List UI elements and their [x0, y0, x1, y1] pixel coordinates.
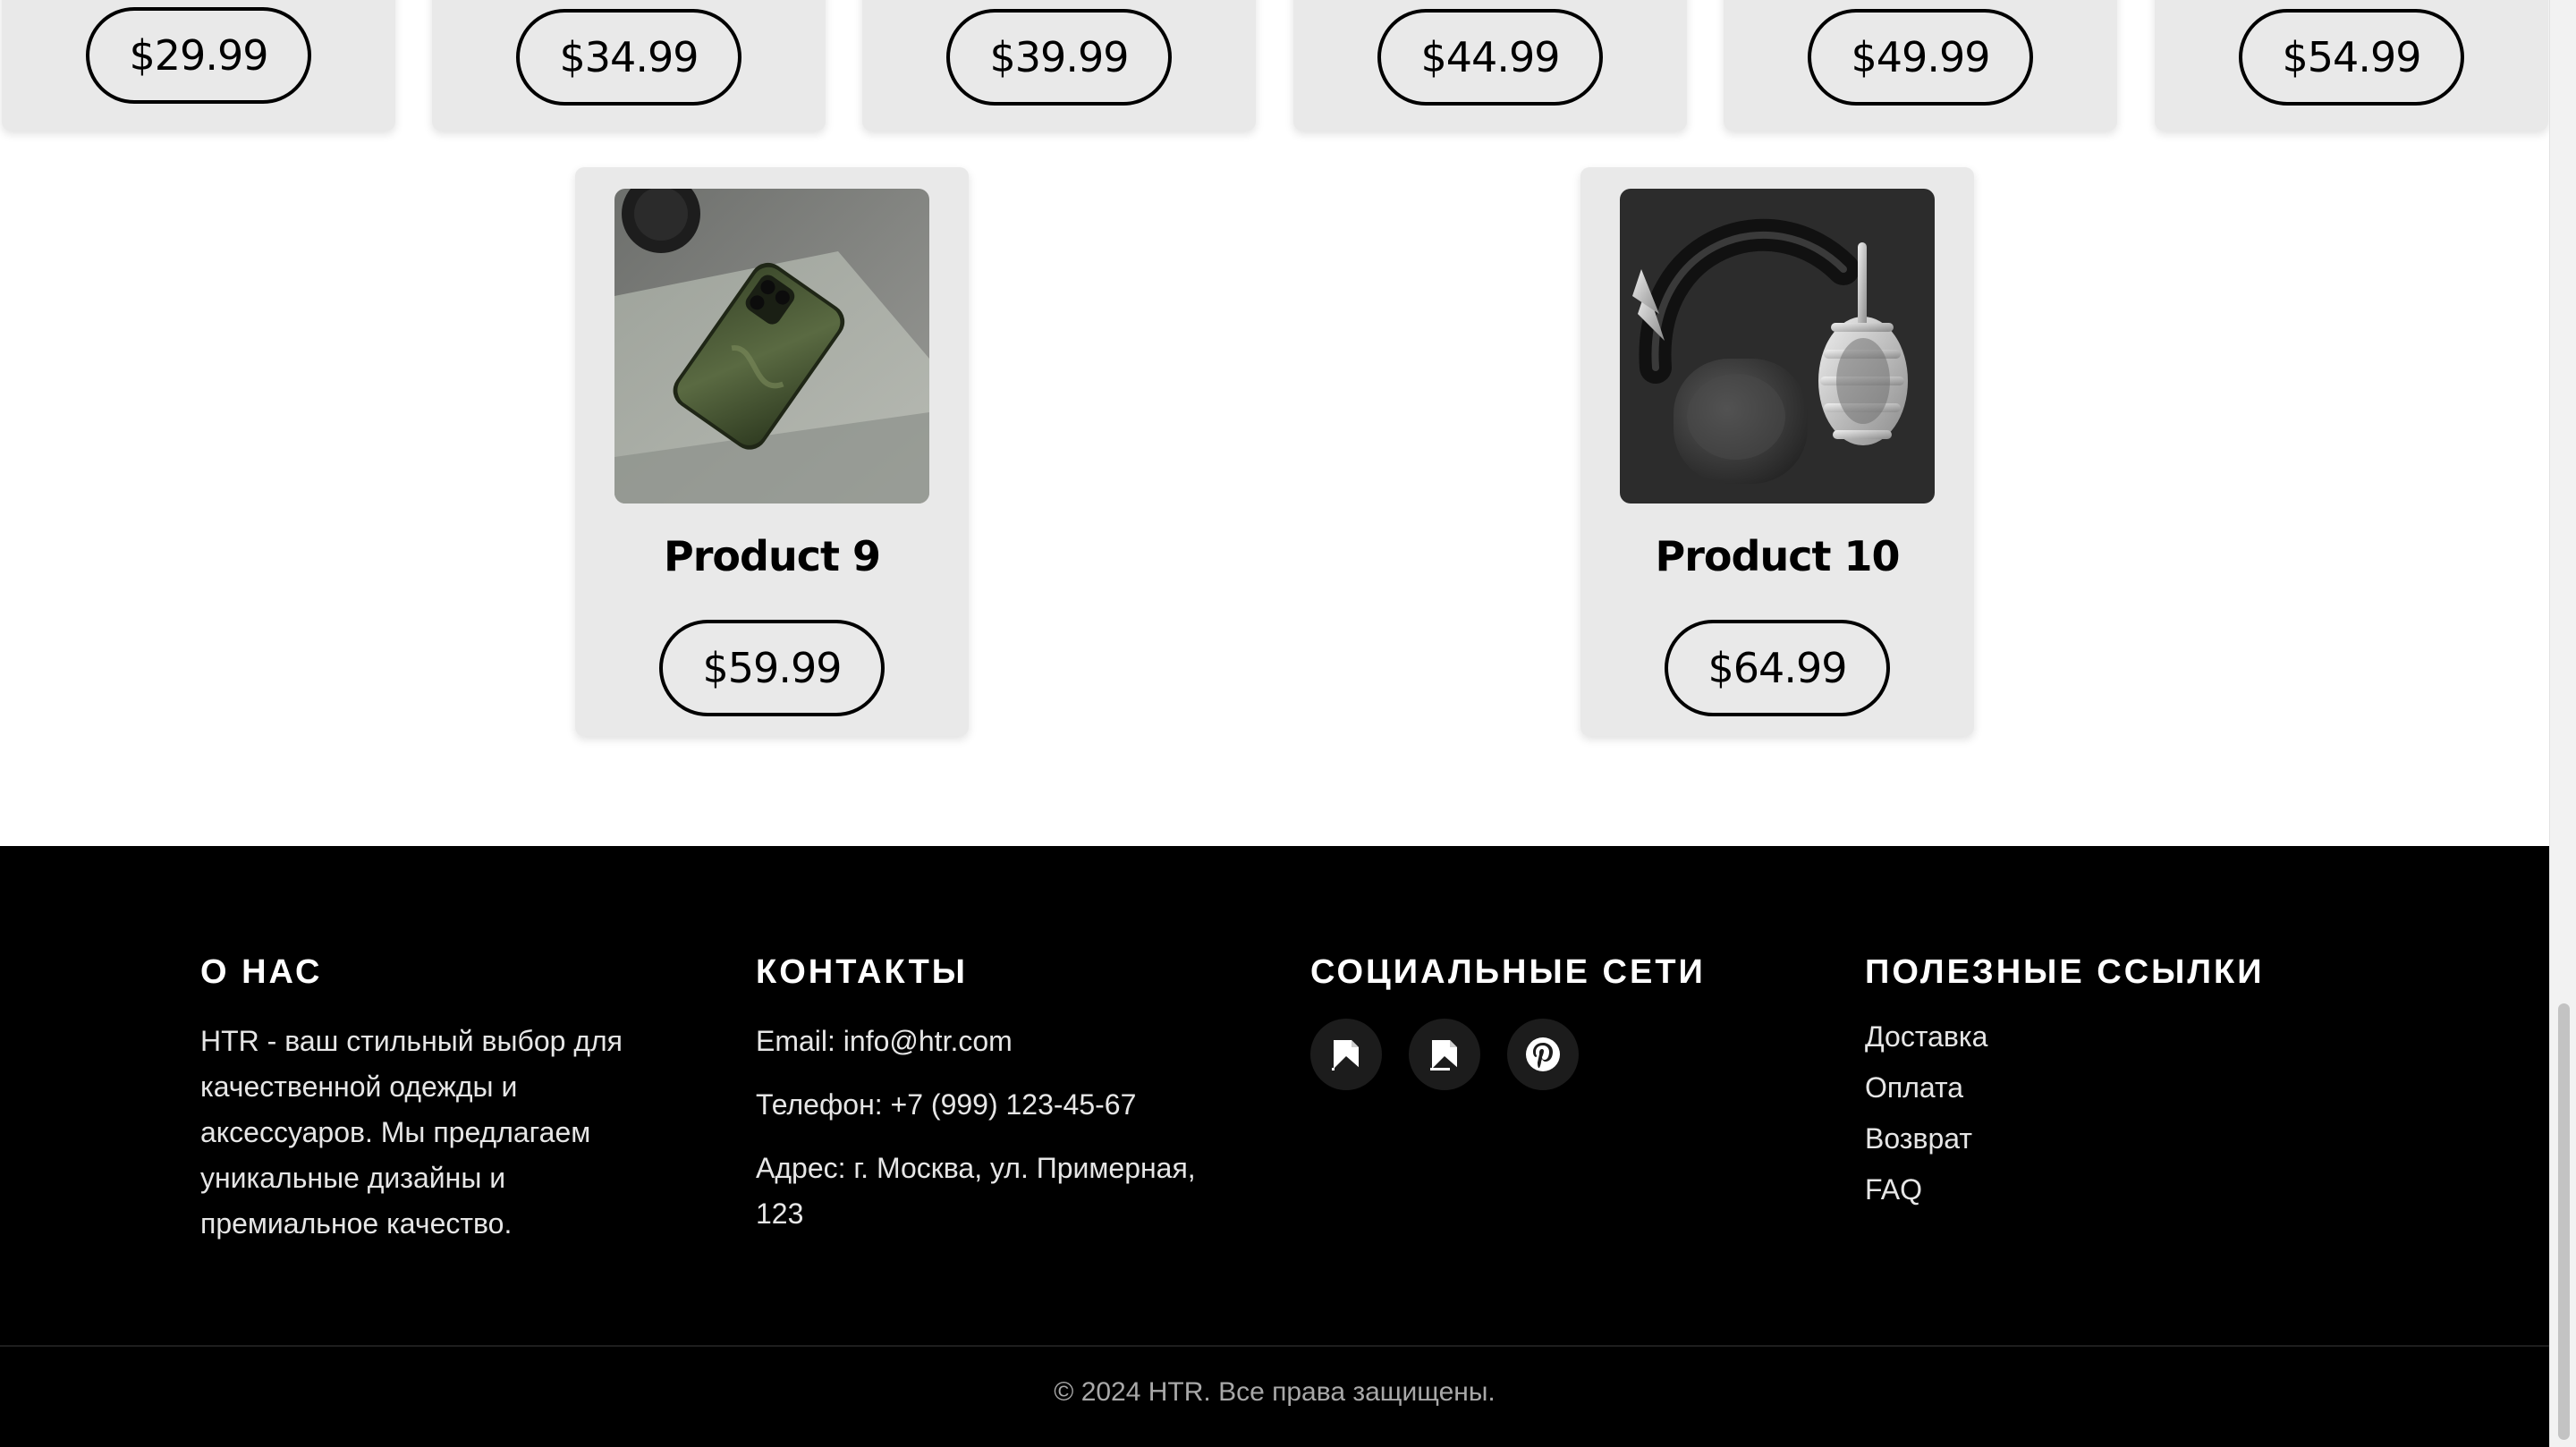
- product-image-phone-case[interactable]: [614, 189, 929, 503]
- pinterest-icon: [1526, 1037, 1560, 1071]
- product-card[interactable]: $54.99: [2155, 0, 2548, 131]
- footer-links-heading: ПОЛЕЗНЫЕ ССЫЛКИ: [1865, 953, 2265, 991]
- contact-address: Адрес: г. Москва, ул. Примерная, 123: [756, 1152, 1196, 1230]
- product-name: Product 9: [664, 532, 881, 580]
- page: $29.99 $34.99 $39.99 $44.99 $49.99 $54.9…: [0, 0, 2549, 1447]
- footer-link-payment[interactable]: Оплата: [1865, 1062, 2330, 1113]
- footer-divider: [0, 1345, 2549, 1347]
- price-button[interactable]: $49.99: [1808, 9, 2033, 106]
- footer-link-returns[interactable]: Возврат: [1865, 1113, 2330, 1164]
- footer-contacts: КОНТАКТЫ Email: info@htr.com Телефон: +7…: [756, 953, 1221, 1255]
- scrollbar-thumb[interactable]: [2558, 1003, 2570, 1440]
- social-link-1[interactable]: [1310, 1019, 1382, 1090]
- social-link-pinterest[interactable]: [1507, 1019, 1579, 1090]
- product-card[interactable]: $29.99: [2, 0, 395, 131]
- contact-email: Email: info@htr.com: [756, 1025, 1013, 1057]
- contact-phone: Телефон: +7 (999) 123-45-67: [756, 1088, 1137, 1121]
- price-button[interactable]: $59.99: [659, 620, 885, 716]
- product-card-9[interactable]: Product 9 $59.99: [575, 167, 969, 736]
- product-row-top: $29.99 $34.99 $39.99 $44.99 $49.99 $54.9…: [0, 0, 2549, 131]
- broken-image-icon: [1332, 1040, 1360, 1070]
- product-card[interactable]: $49.99: [1724, 0, 2117, 131]
- footer-about: О НАС HTR - ваш стильный выбор для качес…: [200, 953, 648, 1247]
- headphones-photo: [1620, 189, 1935, 503]
- footer-link-delivery[interactable]: Доставка: [1865, 1011, 2330, 1062]
- footer-contacts-heading: КОНТАКТЫ: [756, 953, 969, 991]
- price-button[interactable]: $64.99: [1665, 620, 1890, 716]
- price-button[interactable]: $39.99: [946, 9, 1172, 106]
- footer-social-heading: СОЦИАЛЬНЫЕ СЕТИ: [1310, 953, 1706, 991]
- product-name: Product 10: [1655, 532, 1901, 580]
- broken-image-icon: [1430, 1040, 1459, 1070]
- scrollbar[interactable]: [2549, 0, 2576, 1447]
- price-button[interactable]: $34.99: [516, 9, 741, 106]
- product-card-10[interactable]: Product 10 $64.99: [1580, 167, 1974, 736]
- footer-about-text: HTR - ваш стильный выбор для качественно…: [200, 1025, 623, 1240]
- footer-social: СОЦИАЛЬНЫЕ СЕТИ: [1310, 953, 1775, 1090]
- footer: О НАС HTR - ваш стильный выбор для качес…: [0, 846, 2549, 1447]
- footer-about-heading: О НАС: [200, 953, 323, 991]
- price-button[interactable]: $44.99: [1377, 9, 1603, 106]
- social-link-2[interactable]: [1409, 1019, 1480, 1090]
- product-image-headphones[interactable]: [1620, 189, 1935, 503]
- product-card[interactable]: $34.99: [432, 0, 826, 131]
- price-button[interactable]: $29.99: [86, 7, 311, 104]
- phone-case-photo: [614, 189, 929, 503]
- copyright: © 2024 HTR. Все права защищены.: [1054, 1377, 1496, 1407]
- product-card[interactable]: $44.99: [1293, 0, 1687, 131]
- price-button[interactable]: $54.99: [2239, 9, 2464, 106]
- product-card[interactable]: $39.99: [862, 0, 1256, 131]
- footer-links: ПОЛЕЗНЫЕ ССЫЛКИ Доставка Оплата Возврат …: [1865, 953, 2330, 1215]
- footer-link-faq[interactable]: FAQ: [1865, 1164, 2330, 1215]
- social-links: [1310, 1019, 1775, 1090]
